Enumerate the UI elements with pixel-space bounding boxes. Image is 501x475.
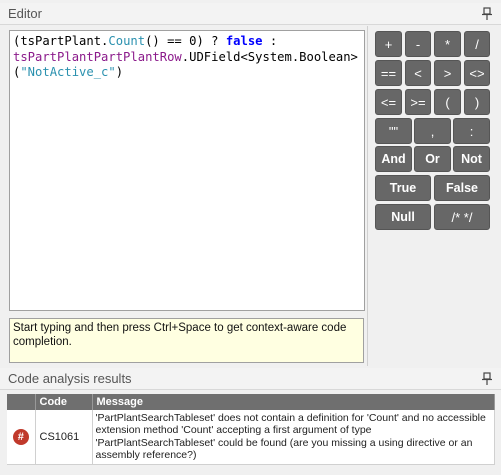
code-line-1: (tsPartPlant.Count() == 0) ? false : xyxy=(13,34,277,48)
code-token: Count xyxy=(108,34,146,48)
false-button[interactable]: False xyxy=(434,175,490,201)
code-token: false xyxy=(225,34,263,48)
quotes-button[interactable]: "" xyxy=(375,118,412,144)
pin-icon[interactable] xyxy=(481,371,493,386)
code-token: (tsPartPlant. xyxy=(13,34,109,48)
greater-equal-button[interactable]: >= xyxy=(405,89,431,115)
null-button[interactable]: Null xyxy=(375,204,431,230)
divide-button[interactable]: / xyxy=(464,31,490,57)
not-equal-button[interactable]: <> xyxy=(464,60,490,86)
true-button[interactable]: True xyxy=(375,175,431,201)
code-line-3: ("NotActive_c") xyxy=(13,65,123,79)
column-header-code: Code xyxy=(35,394,93,410)
colon-button[interactable]: : xyxy=(453,118,490,144)
code-token: () == xyxy=(145,34,190,48)
code-token: ) xyxy=(115,65,124,79)
comma-button[interactable]: , xyxy=(414,118,451,144)
comment-button[interactable]: /* */ xyxy=(434,204,490,230)
code-token: "NotActive_c" xyxy=(20,65,116,79)
analysis-results-table: Code Message # CS1061 'PartPlantSearchTa… xyxy=(7,394,495,465)
column-header-message: Message xyxy=(92,394,495,410)
error-message-cell: 'PartPlantSearchTableset' does not conta… xyxy=(92,410,495,465)
table-row[interactable]: # CS1061 'PartPlantSearchTableset' does … xyxy=(7,410,495,465)
code-token: ) ? xyxy=(196,34,226,48)
error-icon-cell: # xyxy=(7,410,36,465)
error-code-cell: CS1061 xyxy=(35,410,93,465)
equals-button[interactable]: == xyxy=(375,60,402,86)
multiply-button[interactable]: * xyxy=(434,31,461,57)
editor-title: Editor xyxy=(8,6,42,21)
analysis-title: Code analysis results xyxy=(8,371,132,386)
close-paren-button[interactable]: ) xyxy=(464,89,490,115)
panel-divider xyxy=(367,26,368,366)
table-header-row: Code Message xyxy=(7,394,495,410)
pin-icon[interactable] xyxy=(481,6,493,21)
or-button[interactable]: Or xyxy=(414,146,451,172)
code-editor[interactable]: (tsPartPlant.Count() == 0) ? false : tsP… xyxy=(9,30,365,311)
minus-button[interactable]: - xyxy=(405,31,431,57)
plus-button[interactable]: + xyxy=(375,31,402,57)
less-than-button[interactable]: < xyxy=(405,60,431,86)
less-equal-button[interactable]: <= xyxy=(375,89,402,115)
column-header-icon xyxy=(7,394,36,410)
code-token: tsPartPlantPartPlantRow xyxy=(13,49,182,64)
code-token: : xyxy=(262,34,278,48)
greater-than-button[interactable]: > xyxy=(434,60,461,86)
open-paren-button[interactable]: ( xyxy=(434,89,461,115)
analysis-panel-header: Code analysis results xyxy=(0,368,501,390)
code-line-2: tsPartPlantPartPlantRow.UDField<System.B… xyxy=(13,50,358,64)
and-button[interactable]: And xyxy=(375,146,412,172)
not-button[interactable]: Not xyxy=(453,146,490,172)
code-token: .UDField<System.Boolean> xyxy=(181,49,358,64)
error-icon: # xyxy=(12,428,29,445)
editor-panel-header: Editor xyxy=(0,3,501,25)
code-completion-hint: Start typing and then press Ctrl+Space t… xyxy=(9,318,364,363)
